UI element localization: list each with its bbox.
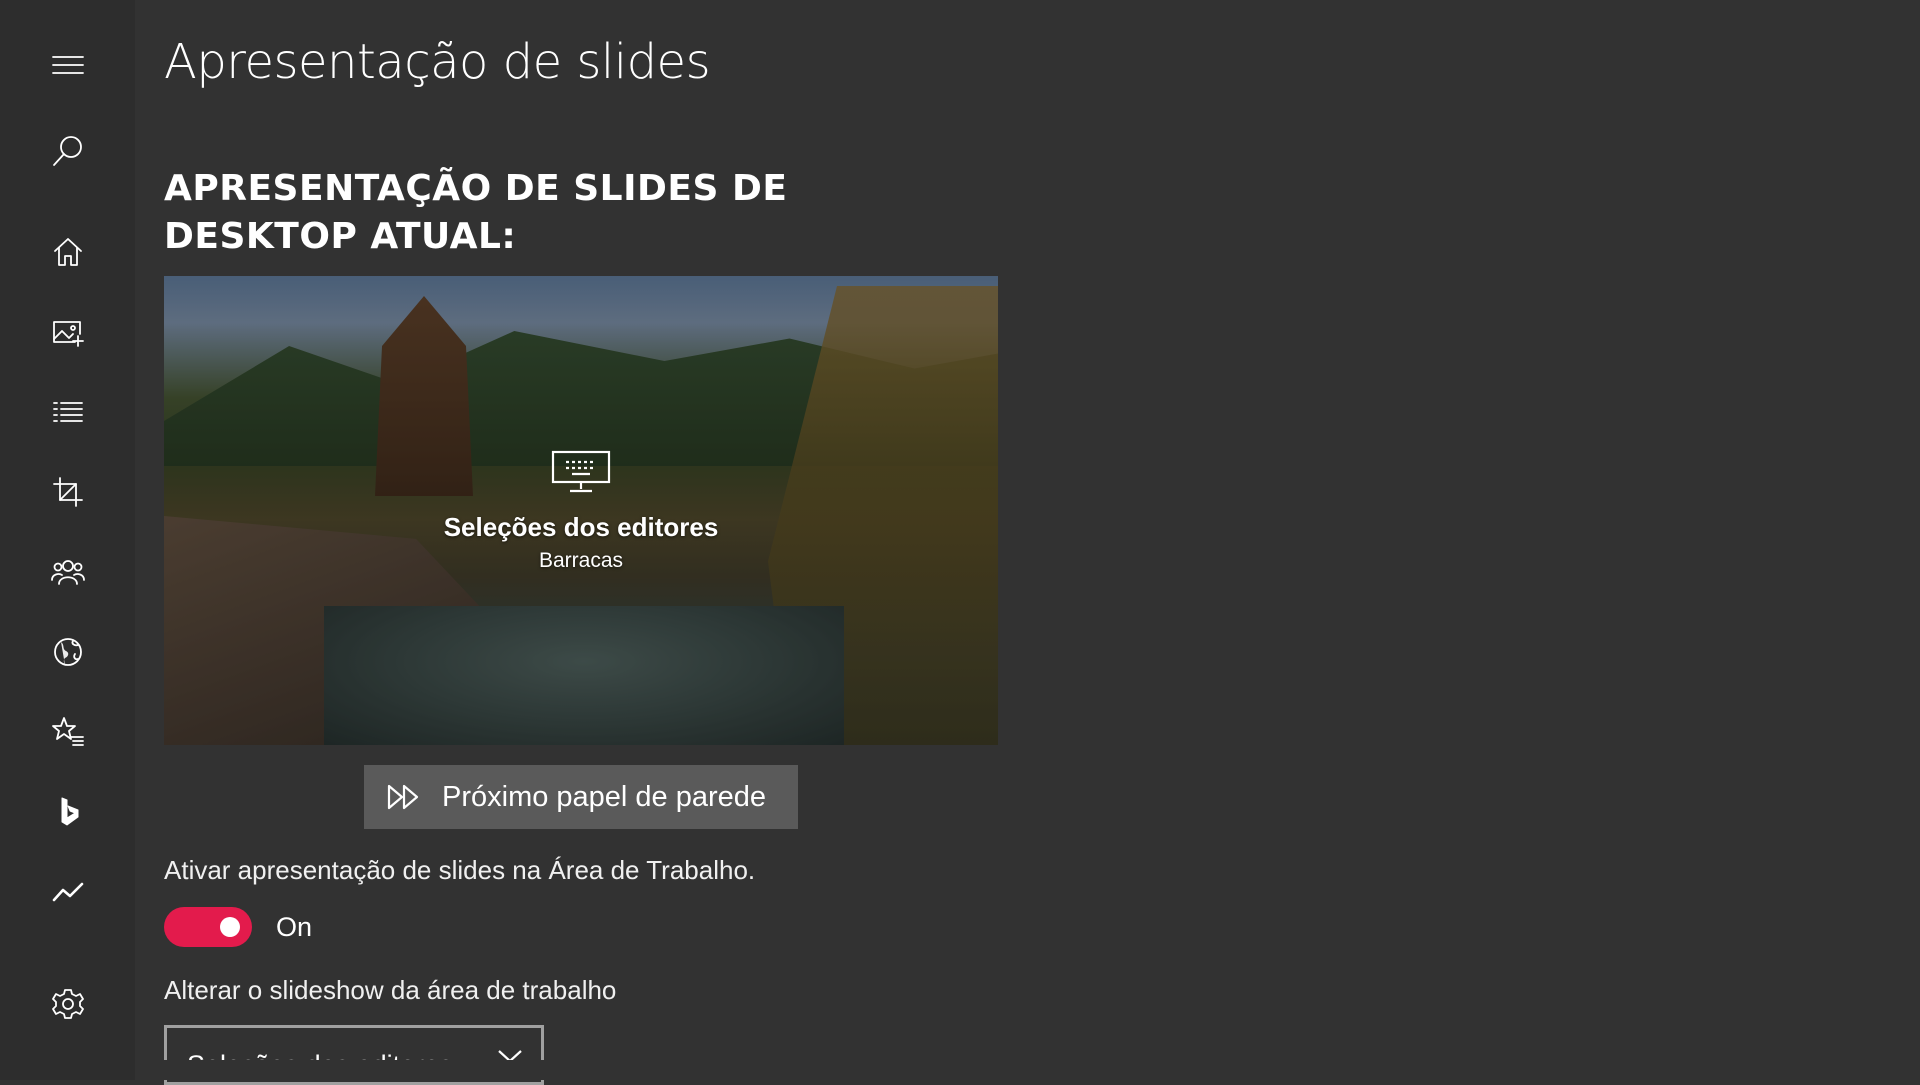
section-heading: APRESENTAÇÃO DE SLIDES DE DESKTOP ATUAL: bbox=[164, 165, 924, 261]
fast-forward-icon bbox=[386, 782, 422, 812]
list-icon bbox=[51, 395, 85, 429]
sidebar-item-crop[interactable] bbox=[0, 460, 135, 524]
bottom-edge bbox=[135, 1060, 1920, 1080]
toggle-state-label: On bbox=[276, 912, 312, 943]
sidebar-item-statistics[interactable] bbox=[0, 860, 135, 924]
main-content: Apresentação de slides APRESENTAÇÃO DE S… bbox=[164, 0, 1920, 1080]
sidebar-item-bing[interactable] bbox=[0, 780, 135, 844]
next-wallpaper-button[interactable]: Próximo papel de parede bbox=[364, 765, 798, 829]
hamburger-menu-icon bbox=[51, 48, 85, 82]
preview-title: Seleções dos editores bbox=[444, 512, 719, 543]
wallpaper-preview: Seleções dos editores Barracas bbox=[164, 276, 998, 745]
home-icon bbox=[51, 235, 85, 269]
sidebar-item-add-image[interactable] bbox=[0, 300, 135, 364]
monitor-icon bbox=[550, 449, 612, 500]
sidebar bbox=[0, 0, 135, 1080]
settings-gear-icon bbox=[51, 987, 85, 1021]
next-wallpaper-label: Próximo papel de parede bbox=[442, 781, 766, 814]
slideshow-toggle-label: Ativar apresentação de slides na Área de… bbox=[164, 855, 755, 886]
crop-icon bbox=[51, 475, 85, 509]
trend-chart-icon bbox=[51, 875, 85, 909]
search-button[interactable] bbox=[0, 119, 135, 183]
sidebar-item-favorites[interactable] bbox=[0, 700, 135, 764]
sidebar-item-list[interactable] bbox=[0, 380, 135, 444]
people-icon bbox=[51, 555, 85, 589]
bing-icon bbox=[51, 795, 85, 829]
sidebar-item-home[interactable] bbox=[0, 220, 135, 284]
preview-subtitle: Barracas bbox=[539, 549, 623, 573]
sidebar-item-people[interactable] bbox=[0, 540, 135, 604]
globe-icon bbox=[51, 635, 85, 669]
sidebar-item-globe[interactable] bbox=[0, 620, 135, 684]
settings-button[interactable] bbox=[0, 972, 135, 1036]
slideshow-select-label: Alterar o slideshow da área de trabalho bbox=[164, 975, 616, 1006]
slideshow-toggle[interactable] bbox=[164, 907, 252, 947]
search-icon bbox=[51, 134, 85, 168]
star-list-icon bbox=[51, 715, 85, 749]
page-title: Apresentação de slides bbox=[164, 34, 710, 90]
image-add-icon bbox=[51, 315, 85, 349]
toggle-knob bbox=[220, 917, 240, 937]
hamburger-menu-button[interactable] bbox=[0, 33, 135, 97]
